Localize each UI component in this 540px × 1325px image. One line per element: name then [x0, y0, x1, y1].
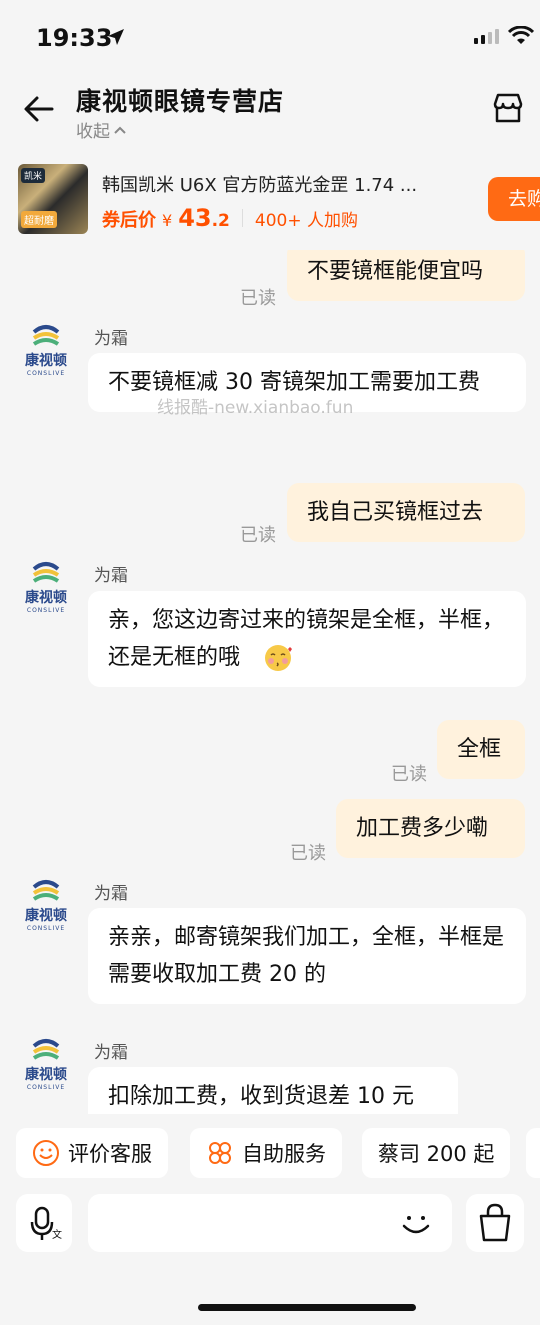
shopping-bag-icon: [479, 1203, 511, 1242]
brand-logo-icon: [32, 562, 60, 583]
message-text: 亲亲，邮寄镜架我们加工，全框，半框是需要收取加工费 20 的: [108, 925, 505, 987]
zeiss-promo-chip[interactable]: 蔡司 200 起: [362, 1128, 511, 1178]
kiss-emoji-icon: [265, 645, 293, 671]
sender-name: 为霜: [94, 1043, 128, 1063]
emoji-icon[interactable]: [396, 1204, 436, 1244]
message-text: 我自己买镜框过去: [307, 500, 484, 525]
shopping-bag-button[interactable]: [466, 1194, 524, 1252]
message-text: 不要镜框减 30 寄镜架加工需要加工费: [108, 370, 480, 395]
collapse-toggle[interactable]: 收起: [76, 117, 127, 142]
avatar-name-cn: 康视顿: [25, 908, 67, 924]
brand-logo-icon: [32, 880, 60, 901]
message-bubble-mine[interactable]: 加工费多少嘞: [336, 799, 525, 858]
read-receipt: 已读: [240, 525, 276, 546]
product-title[interactable]: 韩国凯米 U6X 官方防蓝光金罡 1.74 ...: [102, 171, 462, 197]
chip-label: 自助服务: [242, 1142, 326, 1166]
message-text: 不要镜框能便宜吗: [307, 259, 484, 284]
chat-messages[interactable]: 不要镜框能便宜吗 已读 康视顿 CONSLIVE 为霜 不要镜框减 30 寄镜架…: [0, 250, 540, 1114]
message-bubble-mine[interactable]: 不要镜框能便宜吗: [287, 250, 525, 301]
message-text: 扣除加工费，收到货退差 10 元: [108, 1084, 414, 1109]
message-bubble-theirs[interactable]: 亲，您这边寄过来的镜架是全框，半框，还是无框的哦: [88, 591, 526, 687]
product-card[interactable]: 凯米 超耐磨 韩国凯米 U6X 官方防蓝光金罡 1.74 ... 券后价 ¥ 4…: [0, 157, 540, 243]
price-row: 券后价 ¥ 43 .2 400+ 人加购: [102, 204, 358, 232]
avatar[interactable]: 康视顿 CONSLIVE: [20, 1038, 72, 1100]
voice-input-button[interactable]: 文: [16, 1194, 72, 1252]
message-text: 亲，您这边寄过来的镜架是全框，半框，还是无框的哦: [108, 608, 505, 670]
message-bubble-mine[interactable]: 全框: [437, 720, 525, 779]
message-text: 加工费多少嘞: [356, 816, 489, 841]
avatar-name-en: CONSLIVE: [26, 370, 66, 377]
quick-actions-bar: 评价客服 自助服务 蔡司 200 起: [0, 1122, 540, 1184]
chip-label: 蔡司 200 起: [378, 1142, 495, 1166]
thumb-brand-tag: 凯米: [21, 168, 46, 183]
chevron-up-icon: [114, 126, 126, 134]
grid-flower-icon: [209, 1142, 231, 1164]
go-buy-button[interactable]: 去购: [488, 177, 540, 221]
rate-service-chip[interactable]: 评价客服: [16, 1128, 168, 1178]
price-divider: [241, 209, 243, 227]
svg-text:文: 文: [52, 1228, 62, 1241]
back-arrow-icon[interactable]: [22, 92, 56, 126]
sender-name: 为霜: [94, 566, 128, 586]
cellular-signal-icon: [474, 29, 499, 44]
avatar-name-cn: 康视顿: [25, 353, 67, 369]
avatar[interactable]: 康视顿 CONSLIVE: [20, 324, 72, 386]
price-integer: 43: [178, 204, 212, 232]
collapse-label: 收起: [76, 122, 110, 142]
price-decimal: .2: [211, 211, 230, 231]
home-indicator[interactable]: [198, 1304, 416, 1311]
brand-logo-icon: [32, 325, 60, 346]
avatar-name-cn: 康视顿: [25, 590, 67, 606]
status-time: 19:33: [36, 24, 113, 52]
avatar-name-en: CONSLIVE: [26, 607, 66, 614]
wifi-icon: [508, 26, 534, 44]
price-label: 券后价: [102, 210, 156, 231]
read-receipt: 已读: [240, 288, 276, 309]
sender-name: 为霜: [94, 329, 128, 349]
message-text: 全框: [457, 737, 502, 762]
chip-label: 评价客服: [68, 1142, 152, 1166]
store-name[interactable]: 康视顿眼镜专营店: [76, 82, 284, 118]
status-bar: 19:33: [0, 0, 540, 78]
more-chip[interactable]: [526, 1128, 540, 1178]
read-receipt: 已读: [290, 843, 326, 864]
message-bubble-mine[interactable]: 我自己买镜框过去: [287, 483, 525, 542]
price-currency: ¥: [162, 211, 173, 230]
microphone-translate-icon: 文: [30, 1206, 62, 1241]
self-service-chip[interactable]: 自助服务: [190, 1128, 342, 1178]
avatar-name-en: CONSLIVE: [26, 1084, 66, 1091]
watermark: 线报酷-new.xianbao.fun: [157, 398, 354, 418]
message-bubble-theirs[interactable]: 亲亲，邮寄镜架我们加工，全框，半框是需要收取加工费 20 的: [88, 908, 526, 1004]
message-bubble-theirs[interactable]: 扣除加工费，收到货退差 10 元: [88, 1067, 458, 1114]
chat-header: 康视顿眼镜专营店 收起: [0, 78, 540, 150]
read-receipt: 已读: [391, 764, 427, 785]
location-arrow-icon: [108, 29, 124, 45]
buyers-count: 400+ 人加购: [254, 211, 358, 231]
brand-logo-icon: [32, 1039, 60, 1060]
avatar-name-en: CONSLIVE: [26, 925, 66, 932]
shop-icon[interactable]: [491, 91, 525, 125]
smiley-icon: [33, 1140, 59, 1166]
sender-name: 为霜: [94, 884, 128, 904]
avatar[interactable]: 康视顿 CONSLIVE: [20, 561, 72, 623]
thumb-badge: 超耐磨: [21, 211, 57, 228]
avatar[interactable]: 康视顿 CONSLIVE: [20, 879, 72, 941]
product-thumbnail[interactable]: 凯米 超耐磨: [18, 164, 88, 234]
avatar-name-cn: 康视顿: [25, 1067, 67, 1083]
message-input-bar: 文: [0, 1190, 540, 1260]
